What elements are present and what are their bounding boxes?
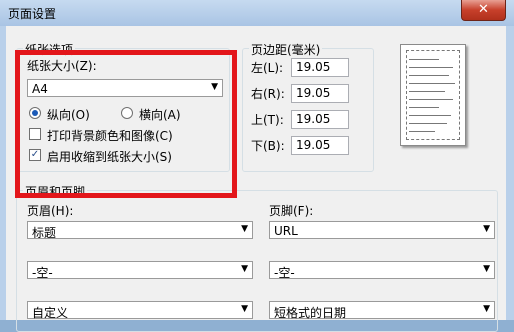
margin-bottom-label: 下(B): [251,139,285,153]
chevron-down-icon: ▼ [241,264,248,274]
header-footer-title: 页眉和页脚 [23,183,88,200]
footer-select-3-value: 短格式的日期 [274,306,347,320]
window-frame-right [506,26,514,320]
portrait-radio[interactable] [29,107,41,119]
paper-size-label: 纸张大小(Z): [27,59,97,73]
footer-select-1[interactable]: URL ▼ [269,221,495,239]
preview-line [409,107,439,108]
chevron-down-icon: ▼ [211,82,218,92]
footer-label: 页脚(F): [269,204,314,218]
landscape-label: 横向(A) [139,108,181,122]
margins-group: 页边距(毫米) 左(L): 19.05 右(R): 19.05 上(T): 19… [242,41,374,172]
margin-left-input[interactable]: 19.05 [291,58,349,77]
portrait-label: 纵向(O) [47,108,90,122]
preview-line [409,123,447,124]
paper-size-select[interactable]: A4 ▼ [27,79,223,97]
margin-left-label: 左(L): [251,61,284,75]
header-select-3-value: 自定义 [32,306,69,320]
preview-line [409,75,449,76]
preview-line [409,59,439,60]
footer-select-1-value: URL [274,224,298,238]
margins-title: 页边距(毫米) [249,41,323,58]
print-background-label: 打印背景颜色和图像(C) [47,129,173,143]
shrink-to-fit-checkbox[interactable]: ✓ [29,149,41,161]
shrink-to-fit-label: 启用收缩到纸张大小(S) [47,150,172,164]
close-button[interactable]: ✕ [461,0,506,21]
preview-line [409,131,435,132]
chevron-down-icon: ▼ [241,304,248,314]
header-select-2-value: -空- [32,266,53,280]
paper-size-value: A4 [32,82,48,96]
header-footer-group: 页眉和页脚 页眉(H): 页脚(F): 标题 ▼ URL ▼ -空- ▼ -空-… [16,183,498,332]
header-select-2[interactable]: -空- ▼ [27,261,253,280]
margin-right-input[interactable]: 19.05 [291,84,349,103]
print-background-checkbox[interactable] [29,128,41,140]
header-select-3[interactable]: 自定义 ▼ [27,301,253,320]
close-icon: ✕ [478,2,489,17]
chevron-down-icon: ▼ [241,224,248,234]
chevron-down-icon: ▼ [483,264,490,274]
footer-select-2-value: -空- [274,266,295,280]
page-preview [400,44,466,146]
preview-margin-box [406,50,460,140]
footer-select-3[interactable]: 短格式的日期 ▼ [269,301,495,320]
window-title: 页面设置 [8,7,57,21]
header-select-1-value: 标题 [32,226,57,240]
margin-top-input[interactable]: 19.05 [291,110,349,129]
chevron-down-icon: ▼ [483,224,490,234]
preview-line [409,83,455,84]
chevron-down-icon: ▼ [483,304,490,314]
header-label: 页眉(H): [27,204,74,218]
checkmark-icon: ✓ [30,149,40,160]
margin-right-label: 右(R): [251,87,285,101]
paper-options-title: 纸张选项 [23,41,76,58]
margin-bottom-input[interactable]: 19.05 [291,136,349,155]
preview-line [409,91,445,92]
dialog-body: 纸张选项 纸张大小(Z): A4 ▼ 纵向(O) 横向(A) 打印背景颜色和图像… [6,26,506,332]
preview-line [409,115,451,116]
preview-line [409,99,453,100]
header-select-1[interactable]: 标题 ▼ [27,221,253,240]
paper-options-group: 纸张选项 纸张大小(Z): A4 ▼ 纵向(O) 横向(A) 打印背景颜色和图像… [16,41,230,172]
footer-select-2[interactable]: -空- ▼ [269,261,495,280]
landscape-radio[interactable] [121,107,133,119]
preview-line [409,67,453,68]
title-bar: 页面设置 ✕ [0,0,514,26]
margin-top-label: 上(T): [251,113,284,127]
